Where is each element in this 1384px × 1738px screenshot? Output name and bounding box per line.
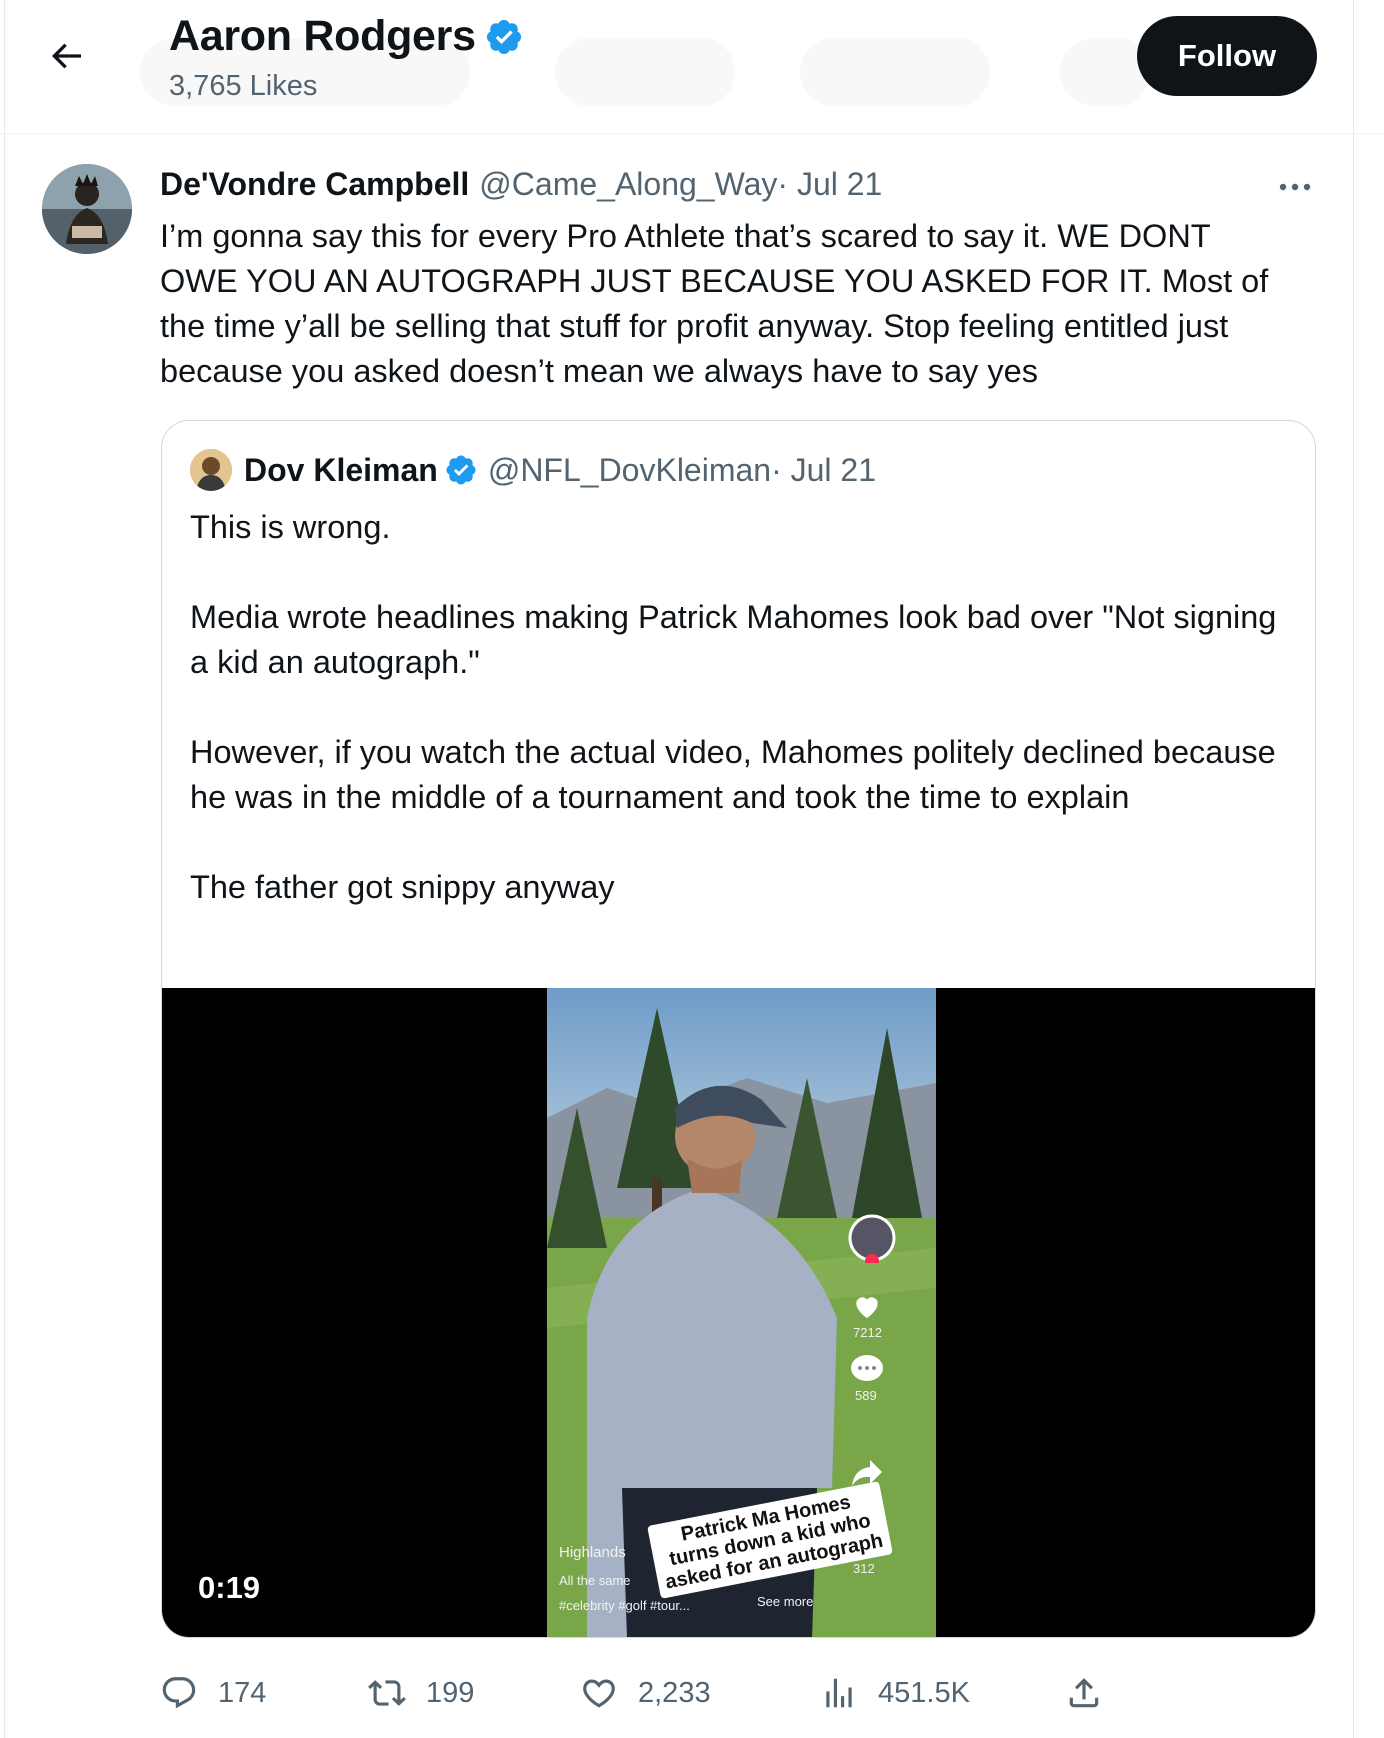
share-icon (1069, 1678, 1099, 1708)
views-icon (826, 1678, 852, 1708)
more-icon (1279, 183, 1311, 191)
page-title: Aaron Rodgers (169, 12, 524, 61)
like-button[interactable]: 2,233 (580, 1668, 711, 1718)
views-button[interactable]: 451.5K (820, 1668, 970, 1718)
tweet-header: De'Vondre Campbell @Came_Along_Way · Jul… (160, 166, 882, 203)
likes-count: 3,765 Likes (169, 70, 318, 102)
video-duration: 0:19 (198, 1570, 261, 1605)
tiktok-overlay-text: Highlands (559, 1544, 626, 1561)
quoted-tweet-header: Dov Kleiman @NFL_DovKleiman · Jul 21 (190, 449, 876, 491)
tiktok-likes: 7212 (853, 1325, 882, 1340)
profile-name: Aaron Rodgers (169, 12, 476, 60)
video-frame: 7212 589 312 Highlands All the same #cel… (547, 988, 936, 1637)
quoted-paragraph: However, if you watch the actual video, … (190, 734, 1276, 815)
quoted-avatar (190, 449, 232, 491)
quoted-author-name: Dov Kleiman (244, 451, 438, 488)
verified-badge-icon (486, 19, 521, 54)
author-name[interactable]: De'Vondre Campbell (160, 166, 469, 203)
tweet-date[interactable]: · Jul 21 (777, 166, 882, 203)
like-icon (583, 1679, 615, 1708)
quoted-tweet-text: This is wrong. Media wrote headlines mak… (190, 505, 1290, 910)
tiktok-hashtags: #celebrity #golf #tour... (559, 1598, 690, 1613)
author-handle[interactable]: @Came_Along_Way (479, 166, 777, 203)
avatar-image (42, 164, 132, 254)
avatar[interactable] (42, 164, 132, 254)
creator-avatar-icon (848, 1214, 896, 1263)
follow-button[interactable]: Follow (1137, 16, 1317, 96)
repost-count: 199 (426, 1676, 475, 1709)
tiktok-overlay-text: All the same (559, 1573, 631, 1588)
tweet-actions: 174 199 2,233 451.5K (160, 1668, 1320, 1718)
more-button[interactable] (1270, 172, 1320, 202)
repost-button[interactable]: 199 (368, 1668, 474, 1718)
tiktok-comment-icon (851, 1355, 883, 1381)
back-arrow-icon (51, 43, 81, 69)
video-player[interactable]: 7212 589 312 Highlands All the same #cel… (162, 988, 1315, 1637)
profile-header: Aaron Rodgers 3,765 Likes Follow (0, 0, 1384, 134)
tiktok-shares: 312 (853, 1561, 875, 1576)
tiktok-comments: 589 (855, 1388, 877, 1403)
like-count: 2,233 (638, 1676, 711, 1709)
header-ghost-tab (800, 38, 990, 106)
verified-badge-icon (446, 455, 476, 485)
quoted-tweet[interactable]: Dov Kleiman @NFL_DovKleiman · Jul 21 Thi… (161, 420, 1316, 1638)
reply-icon (162, 1677, 196, 1709)
repost-icon (368, 1680, 406, 1706)
quoted-paragraph: The father got snippy anyway (190, 869, 615, 905)
header-ghost-tab (555, 38, 735, 106)
quoted-author-handle: @NFL_DovKleiman (487, 451, 772, 488)
reply-button[interactable]: 174 (160, 1668, 266, 1718)
quoted-tweet-date: · Jul 21 (771, 451, 877, 488)
quoted-paragraph: This is wrong. (190, 509, 391, 545)
header-ghost-tab (1060, 38, 1150, 106)
back-button[interactable] (40, 30, 92, 82)
share-button[interactable] (1065, 1668, 1103, 1718)
tiktok-see-more: See more (757, 1594, 814, 1609)
tweet-text: I’m gonna say this for every Pro Athlete… (160, 218, 1269, 389)
tiktok-like-icon (856, 1297, 878, 1318)
views-count: 451.5K (878, 1676, 970, 1709)
quoted-paragraph: Media wrote headlines making Patrick Mah… (190, 599, 1277, 680)
reply-count: 174 (218, 1676, 267, 1709)
